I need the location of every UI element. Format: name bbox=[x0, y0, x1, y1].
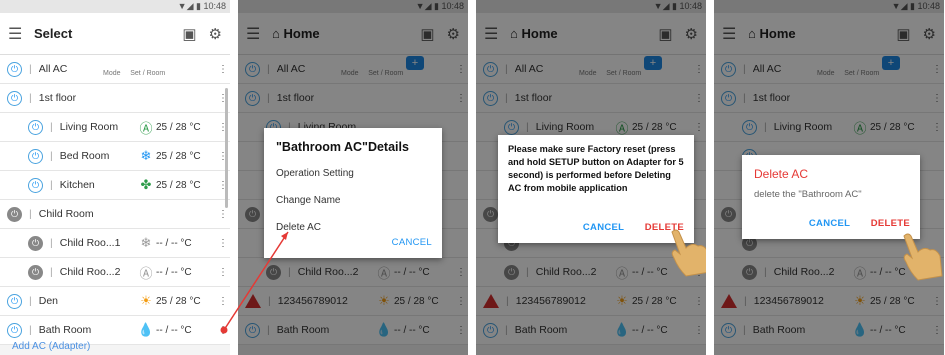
cool-mode-icon: ❄ bbox=[140, 148, 152, 163]
more-icon[interactable]: ⋮ bbox=[216, 209, 230, 220]
cool-mode-icon: ❄ bbox=[140, 235, 152, 250]
list-item-den[interactable]: ⏻ | Den ☀ 25 / 28 °C ⋮ bbox=[0, 287, 230, 316]
screen-select: ▼◢ ▮ 10:48 ☰ Select ▣ ⚙ ⏻ | All AC Mode S… bbox=[0, 0, 230, 355]
power-icon[interactable]: ⏻ bbox=[28, 235, 43, 251]
dialog-message: delete the "Bathroom AC" bbox=[754, 189, 862, 200]
item-label: 1st floor bbox=[38, 92, 77, 104]
list-item-living-room[interactable]: ⏻ | Living Room Ⓐ 25 / 28 °C ⋮ bbox=[0, 113, 230, 142]
menu-icon[interactable]: ☰ bbox=[8, 24, 34, 44]
add-ac-link[interactable]: Add AC (Adapter) bbox=[12, 341, 90, 352]
delete-button[interactable]: DELETE bbox=[871, 218, 910, 229]
hand-pointer-icon bbox=[671, 229, 706, 277]
scrollbar[interactable] bbox=[225, 88, 228, 208]
list-item-1st-floor[interactable]: ⏻ | 1st floor ⋮ bbox=[0, 84, 230, 113]
header-set-room: Set / Room bbox=[130, 70, 166, 77]
list-item-kitchen[interactable]: ⏻ | Kitchen ✤ 25 / 28 °C ⋮ bbox=[0, 171, 230, 200]
power-icon[interactable]: ⏻ bbox=[28, 177, 43, 193]
temperature: -- / -- °C bbox=[156, 237, 192, 249]
warning-text: Please make sure Factory reset (press an… bbox=[508, 144, 684, 193]
item-label: Bed Room bbox=[59, 150, 110, 162]
temperature: 25 / 28 °C bbox=[156, 295, 201, 307]
temperature: 25 / 28 °C bbox=[156, 179, 201, 191]
item-label: Child Roo...2 bbox=[59, 266, 121, 278]
schedule-icon[interactable]: ▣ bbox=[182, 25, 196, 43]
power-icon[interactable]: ⏻ bbox=[7, 61, 22, 77]
list-item-all-ac[interactable]: ⏻ | All AC Mode Set / Room ⋮ bbox=[0, 55, 230, 84]
power-icon[interactable]: ⏻ bbox=[28, 119, 43, 135]
screen-delete-confirm: ▼◢ ▮ 10:48 ☰ ⌂ Home ▣ ⚙ ⏻ | All AC Mode S… bbox=[714, 0, 944, 355]
more-icon[interactable]: ⋮ bbox=[216, 325, 230, 336]
more-icon[interactable]: ⋮ bbox=[216, 267, 230, 278]
power-icon[interactable]: ⏻ bbox=[7, 293, 22, 309]
temperature: 25 / 28 °C bbox=[156, 150, 201, 162]
screen-reset-warning: ▼◢ ▮ 10:48 ☰ ⌂ Home ▣ ⚙ ⏻ | All AC Mode S… bbox=[476, 0, 706, 355]
gear-icon[interactable]: ⚙ bbox=[209, 25, 222, 43]
temperature: 25 / 28 °C bbox=[156, 121, 201, 133]
cancel-button[interactable]: CANCEL bbox=[583, 222, 624, 233]
power-icon[interactable]: ⏻ bbox=[7, 322, 22, 338]
delete-confirm-dialog: Delete AC delete the "Bathroom AC" CANCE… bbox=[742, 155, 920, 239]
item-label: Child Roo...1 bbox=[59, 237, 121, 249]
details-dialog: "Bathroom AC"Details Operation Setting C… bbox=[264, 128, 442, 258]
temperature: -- / -- °C bbox=[156, 324, 192, 336]
cancel-button[interactable]: CANCEL bbox=[392, 237, 432, 248]
power-icon[interactable]: ⏻ bbox=[7, 206, 22, 222]
item-label: Child Room bbox=[38, 208, 94, 220]
app-bar: ☰ Select ▣ ⚙ bbox=[0, 13, 230, 55]
dialog-title: Delete AC bbox=[754, 167, 809, 181]
more-icon[interactable]: ⋮ bbox=[216, 238, 230, 249]
list-item-child-room-2[interactable]: ⏻| Child Roo...2 Ⓐ -- / -- °C ⋮ bbox=[0, 258, 230, 287]
hand-pointer-icon bbox=[903, 233, 943, 281]
change-name-option[interactable]: Change Name bbox=[276, 195, 430, 206]
operation-setting-option[interactable]: Operation Setting bbox=[276, 168, 430, 179]
dialog-title: "Bathroom AC"Details bbox=[276, 140, 409, 154]
item-label: Bath Room bbox=[38, 324, 92, 336]
header-mode: Mode bbox=[103, 70, 121, 77]
power-icon[interactable]: ⏻ bbox=[28, 148, 43, 164]
list-item-bed-room[interactable]: ⏻ | Bed Room ❄ 25 / 28 °C ⋮ bbox=[0, 142, 230, 171]
temperature: -- / -- °C bbox=[156, 266, 192, 278]
delete-ac-option[interactable]: Delete AC bbox=[276, 222, 430, 233]
cancel-button[interactable]: CANCEL bbox=[809, 218, 850, 229]
list-item-child-room-1[interactable]: ⏻ | Child Roo...1 ❄ -- / -- °C ⋮ bbox=[0, 229, 230, 258]
list-item-child-room[interactable]: ⏻ | Child Room ⋮ bbox=[0, 200, 230, 229]
item-label: Den bbox=[38, 295, 58, 307]
more-icon[interactable]: ⋮ bbox=[216, 296, 230, 307]
column-header: Mode Set / Room bbox=[103, 70, 165, 77]
heat-mode-icon: ☀ bbox=[140, 293, 152, 308]
fan-mode-icon: ✤ bbox=[140, 177, 152, 192]
status-bar: ▼◢ ▮ 10:48 bbox=[0, 0, 230, 13]
dry-mode-icon: 💧 bbox=[137, 322, 155, 337]
screen-details-dialog: ▼◢ ▮ 10:48 ☰ ⌂ Home ▣ ⚙ ⏻ | All AC Mode S… bbox=[238, 0, 468, 355]
power-icon[interactable]: ⏻ bbox=[7, 90, 22, 106]
auto-mode-icon: Ⓐ bbox=[139, 120, 153, 136]
item-label: Kitchen bbox=[59, 179, 95, 191]
auto-mode-icon: Ⓐ bbox=[139, 265, 153, 281]
reset-warning-dialog: Please make sure Factory reset (press an… bbox=[498, 135, 694, 243]
status-time: 10:48 bbox=[203, 1, 226, 11]
page-title: Select bbox=[34, 26, 73, 41]
item-label: Living Room bbox=[59, 121, 119, 133]
power-icon[interactable]: ⏻ bbox=[28, 264, 43, 280]
more-icon[interactable]: ⋮ bbox=[216, 64, 230, 75]
